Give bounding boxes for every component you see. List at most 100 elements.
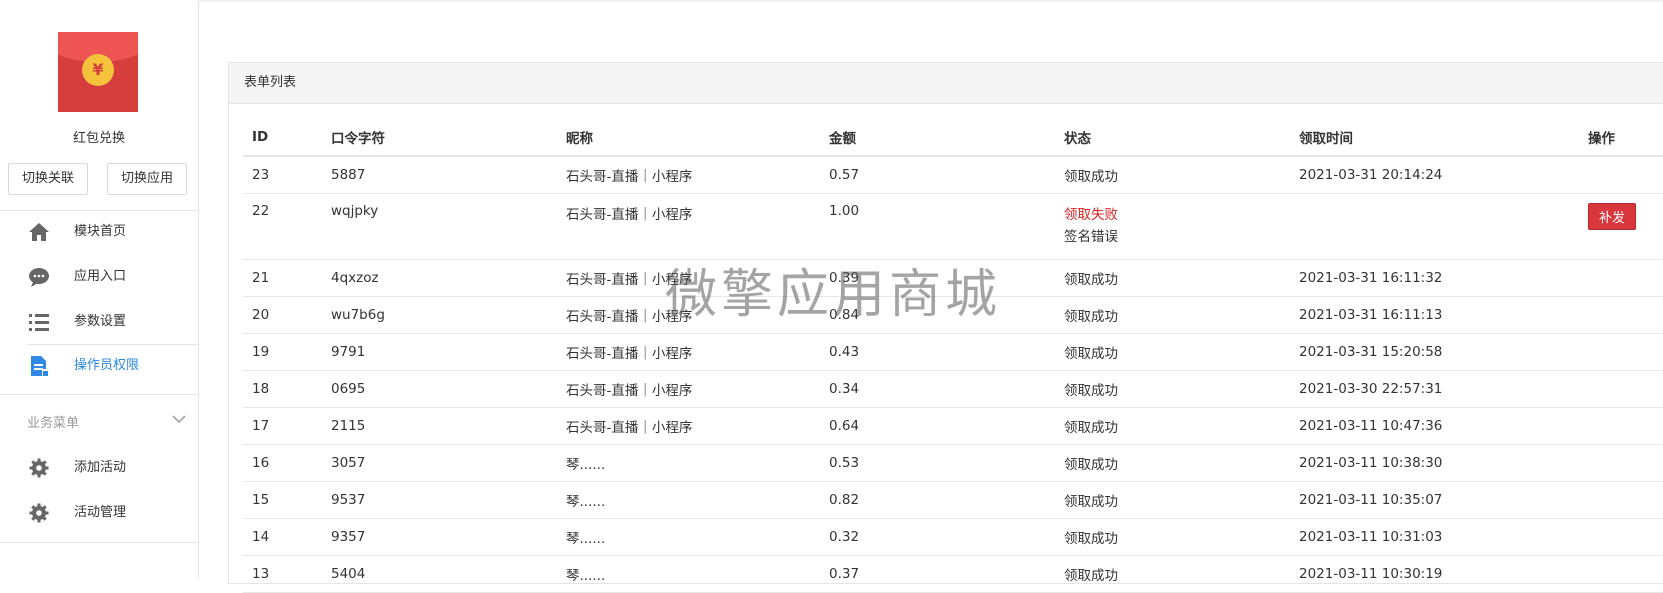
status-text: 领取成功: [1064, 272, 1118, 288]
cell-status: 领取成功: [1055, 518, 1290, 556]
cell-action: [1579, 296, 1663, 334]
document-icon: [31, 356, 49, 376]
cell-action: [1579, 444, 1663, 482]
resend-button[interactable]: 补发: [1588, 203, 1637, 230]
gear-icon: [29, 503, 49, 523]
cell-command: 4qxzoz: [322, 259, 557, 297]
cell-nickname: 石头哥-直播｜小程序: [557, 259, 820, 297]
cell-time: 2021-03-31 16:11:13: [1290, 296, 1579, 334]
sidebar-item-operator-permissions[interactable]: 操作员权限: [0, 346, 198, 386]
gear-icon: [29, 458, 49, 478]
table-header-row: ID 口令字符 昵称 金额 状态 领取时间 操作: [243, 119, 1663, 157]
cell-amount: 0.32: [820, 518, 1055, 556]
chevron-down-icon[interactable]: [172, 414, 186, 424]
status-text: 领取成功: [1064, 420, 1118, 436]
table-row: 14 9357 琴...... 0.32 领取成功 2021-03-11 10:31:03: [243, 518, 1663, 556]
cell-command: 9357: [322, 518, 557, 556]
sidebar-item-add-activity[interactable]: 添加活动: [0, 448, 198, 488]
home-icon: [29, 223, 49, 241]
form-list-panel: 表单列表 ID 口令字符 昵称 金额 状态 领取时间 操作 23 5887 石头哥-…: [228, 62, 1663, 593]
sidebar-item-entry[interactable]: 应用入口: [0, 257, 198, 297]
cell-id: 21: [243, 259, 322, 297]
cell-command: 5887: [322, 156, 557, 194]
cell-amount: 0.34: [820, 370, 1055, 408]
cell-amount: 0.57: [820, 156, 1055, 194]
cell-status: 领取成功: [1055, 555, 1290, 593]
switch-link-button[interactable]: 切换关联: [8, 163, 88, 195]
sidebar-item-home[interactable]: 模块首页: [0, 212, 198, 252]
status-text: 领取成功: [1064, 494, 1118, 510]
cell-id: 23: [243, 156, 322, 194]
cell-status: 领取成功: [1055, 259, 1290, 297]
cell-action: 补发: [1579, 193, 1663, 260]
cell-amount: 1.00: [820, 193, 1055, 260]
table-row: 22 wqjpky 石头哥-直播｜小程序 1.00 领取失败 签名错误 补发: [243, 193, 1663, 260]
sidebar-item-label: 操作员权限: [74, 358, 140, 373]
cell-command: 5404: [322, 555, 557, 593]
cell-id: 16: [243, 444, 322, 482]
column-header-action: 操作: [1579, 119, 1663, 157]
status-text: 领取成功: [1064, 457, 1118, 473]
cell-nickname: 石头哥-直播｜小程序: [557, 296, 820, 334]
status-text: 领取成功: [1064, 568, 1118, 584]
column-header-amount: 金额: [820, 119, 1055, 157]
status-text: 领取成功: [1064, 383, 1118, 399]
sidebar-divider: [0, 542, 198, 543]
table-row: 19 9791 石头哥-直播｜小程序 0.43 领取成功 2021-03-31 15:20…: [243, 333, 1663, 371]
cell-time: [1290, 193, 1579, 260]
cell-id: 22: [243, 193, 322, 260]
cell-nickname: 石头哥-直播｜小程序: [557, 193, 820, 260]
cell-id: 15: [243, 481, 322, 519]
cell-nickname: 石头哥-直播｜小程序: [557, 370, 820, 408]
cell-amount: 0.64: [820, 407, 1055, 445]
cell-time: 2021-03-11 10:47:36: [1290, 407, 1579, 445]
cell-nickname: 琴......: [557, 481, 820, 519]
cell-nickname: 石头哥-直播｜小程序: [557, 407, 820, 445]
sidebar-item-activity-management[interactable]: 活动管理: [0, 493, 198, 533]
cell-time: 2021-03-30 22:57:31: [1290, 370, 1579, 408]
table-row: 13 5404 琴...... 0.37 领取成功 2021-03-11 10:30:19: [243, 555, 1663, 593]
cell-amount: 0.82: [820, 481, 1055, 519]
cell-id: 20: [243, 296, 322, 334]
sidebar-item-settings[interactable]: 参数设置: [0, 302, 198, 342]
cell-amount: 0.84: [820, 296, 1055, 334]
cell-time: 2021-03-11 10:31:03: [1290, 518, 1579, 556]
cell-id: 13: [243, 555, 322, 593]
cell-amount: 0.37: [820, 555, 1055, 593]
status-reason: 签名错误: [1064, 229, 1118, 245]
cell-status: 领取成功: [1055, 370, 1290, 408]
status-text: 领取成功: [1064, 309, 1118, 325]
cell-command: 0695: [322, 370, 557, 408]
cell-id: 17: [243, 407, 322, 445]
business-menu-title: 业务菜单: [27, 416, 80, 431]
cell-id: 19: [243, 333, 322, 371]
cell-nickname: 琴......: [557, 444, 820, 482]
cell-amount: 0.43: [820, 333, 1055, 371]
cell-status: 领取成功: [1055, 333, 1290, 371]
chat-bubble-icon: [29, 268, 49, 287]
cell-time: 2021-03-11 10:38:30: [1290, 444, 1579, 482]
cell-id: 14: [243, 518, 322, 556]
cell-time: 2021-03-31 20:14:24: [1290, 156, 1579, 194]
cell-status: 领取成功: [1055, 444, 1290, 482]
cell-action: [1579, 555, 1663, 593]
records-table: ID 口令字符 昵称 金额 状态 领取时间 操作 23 5887 石头哥-直播｜小程…: [243, 119, 1663, 593]
cell-time: 2021-03-11 10:35:07: [1290, 481, 1579, 519]
table-row: 21 4qxzoz 石头哥-直播｜小程序 0.39 领取成功 2021-03-31 16:…: [243, 259, 1663, 297]
panel-title: 表单列表: [229, 63, 1663, 104]
sidebar-item-label: 参数设置: [74, 314, 127, 329]
cell-action: [1579, 259, 1663, 297]
cell-action: [1579, 370, 1663, 408]
cell-nickname: 石头哥-直播｜小程序: [557, 156, 820, 194]
cell-amount: 0.39: [820, 259, 1055, 297]
cell-status: 领取成功: [1055, 156, 1290, 194]
cell-nickname: 琴......: [557, 518, 820, 556]
status-text: 领取成功: [1064, 531, 1118, 547]
cell-action: [1579, 407, 1663, 445]
sidebar: ¥ 红包兑换 切换关联 切换应用 模块首页 应用入口 参数设置 操作员权限 业务…: [0, 0, 199, 578]
cell-command: 3057: [322, 444, 557, 482]
switch-app-button[interactable]: 切换应用: [107, 163, 187, 195]
cell-action: [1579, 333, 1663, 371]
top-border: [198, 0, 1663, 2]
app-name: 红包兑换: [72, 131, 125, 146]
